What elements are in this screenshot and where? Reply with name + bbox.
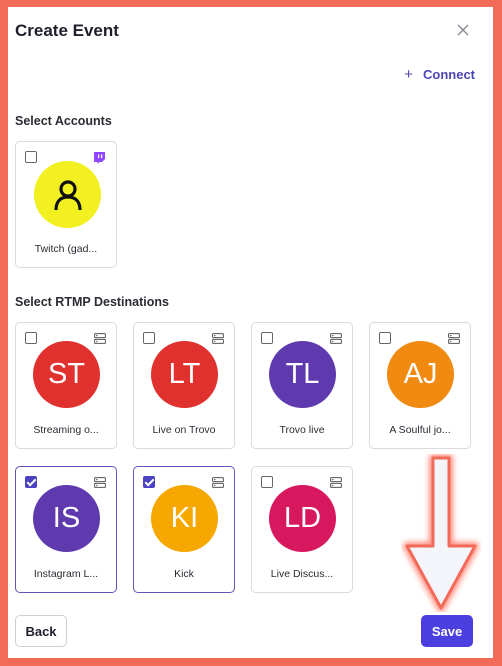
avatar-initials: TL	[285, 358, 320, 390]
avatar: IS	[33, 485, 100, 552]
modal-title: Create Event	[15, 21, 119, 40]
server-icon	[94, 477, 106, 488]
avatar: ST	[33, 341, 100, 408]
avatar: AJ	[387, 341, 454, 408]
avatar: LT	[151, 341, 218, 408]
destination-label: Live Discus...	[270, 568, 334, 580]
select-rtmp-heading: Select RTMP Destinations	[15, 295, 169, 309]
destination-label: Trovo live	[279, 424, 325, 436]
destination-card[interactable]: LD Live Discus...	[251, 466, 353, 593]
destination-checkbox[interactable]	[25, 476, 37, 488]
close-icon[interactable]	[454, 21, 472, 39]
avatar: LD	[269, 485, 336, 552]
destination-checkbox[interactable]	[379, 332, 391, 344]
destination-checkbox[interactable]	[261, 332, 273, 344]
server-icon	[330, 333, 342, 344]
avatar-initials: LT	[168, 358, 201, 390]
server-icon	[94, 333, 106, 344]
avatar-initials: AJ	[403, 358, 438, 390]
destination-checkbox[interactable]	[25, 332, 37, 344]
destination-card[interactable]: AJ A Soulful jo...	[369, 322, 471, 449]
account-label: Twitch (gad...	[34, 243, 98, 255]
annotation-arrow-icon	[403, 454, 479, 612]
destination-label: Live on Trovo	[152, 424, 216, 436]
avatar-initials: ST	[47, 358, 86, 390]
save-button[interactable]: Save	[421, 615, 473, 647]
destination-checkbox[interactable]	[143, 476, 155, 488]
connect-button[interactable]: + Connect	[404, 66, 475, 83]
user-icon	[53, 179, 82, 210]
create-event-modal: Create Event + Connect Select Accounts T…	[8, 7, 493, 658]
avatar-initials: IS	[52, 502, 81, 534]
destination-card[interactable]: KI Kick	[133, 466, 235, 593]
destination-card[interactable]: TL Trovo live	[251, 322, 353, 449]
avatar: KI	[151, 485, 218, 552]
destination-checkbox[interactable]	[261, 476, 273, 488]
destination-card[interactable]: ST Streaming o...	[15, 322, 117, 449]
destination-card[interactable]: IS Instagram L...	[15, 466, 117, 593]
account-card-twitch[interactable]: Twitch (gad...	[15, 141, 117, 268]
destination-label: Instagram L...	[33, 568, 99, 580]
avatar: TL	[269, 341, 336, 408]
server-icon	[330, 477, 342, 488]
destination-label: A Soulful jo...	[389, 424, 451, 436]
server-icon	[448, 333, 460, 344]
destination-card[interactable]: LT Live on Trovo	[133, 322, 235, 449]
plus-icon: +	[404, 66, 413, 83]
account-checkbox[interactable]	[25, 151, 37, 163]
avatar-initials: KI	[170, 502, 199, 534]
connect-label: Connect	[423, 67, 475, 82]
select-accounts-heading: Select Accounts	[15, 114, 112, 128]
destination-checkbox[interactable]	[143, 332, 155, 344]
avatar-initials: LD	[283, 502, 322, 534]
back-button[interactable]: Back	[15, 615, 67, 647]
destination-label: Streaming o...	[33, 424, 99, 436]
avatar	[34, 161, 101, 228]
destination-label: Kick	[174, 568, 194, 580]
twitch-icon	[94, 152, 105, 164]
server-icon	[212, 333, 224, 344]
server-icon	[212, 477, 224, 488]
